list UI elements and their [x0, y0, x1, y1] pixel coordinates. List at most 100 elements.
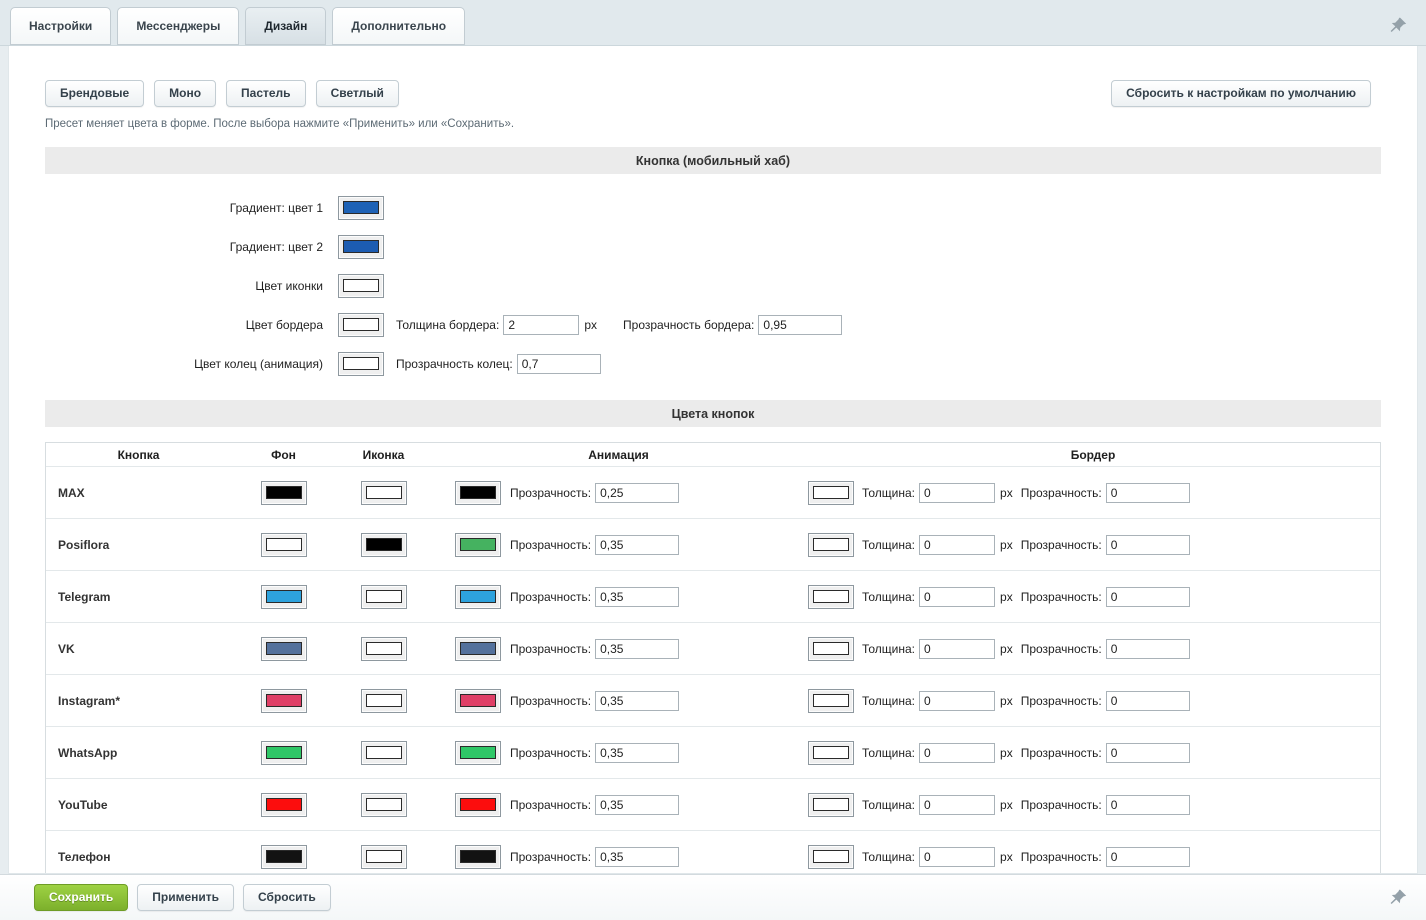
- bg-color-swatch[interactable]: [260, 480, 307, 505]
- tab-design[interactable]: Дизайн: [245, 7, 327, 45]
- icon-color-value: [343, 279, 379, 292]
- animation-opacity-input[interactable]: [595, 794, 680, 815]
- rings-color-swatch[interactable]: [338, 351, 384, 376]
- icon-color-swatch[interactable]: [360, 844, 407, 869]
- opacity-label: Прозрачность:: [1020, 485, 1102, 500]
- gradient2-color-swatch[interactable]: [338, 234, 384, 259]
- tab-settings[interactable]: Настройки: [10, 7, 112, 45]
- border-thickness-input[interactable]: [919, 794, 996, 815]
- preset-mono-button[interactable]: Моно: [154, 80, 217, 107]
- table-header-row: Кнопка Фон Иконка Анимация Бордер: [46, 443, 1380, 466]
- bg-color-swatch[interactable]: [260, 688, 307, 713]
- border-color-swatch[interactable]: [808, 792, 854, 817]
- icon-color-swatch[interactable]: [360, 480, 407, 505]
- bg-color-swatch[interactable]: [260, 636, 307, 661]
- px-label: px: [1000, 589, 1013, 604]
- button-name: VK: [58, 641, 75, 656]
- gradient1-label: Градиент: цвет 1: [229, 200, 323, 215]
- icon-color-swatch[interactable]: [360, 532, 407, 557]
- border-opacity-input[interactable]: [1105, 846, 1190, 867]
- save-button[interactable]: Сохранить: [34, 884, 129, 911]
- preset-pastel-button[interactable]: Пастель: [226, 80, 306, 107]
- table-row-max: MAX Прозрачность: Толщина: px Прозрачнос…: [46, 466, 1380, 518]
- gradient2-color-value: [343, 240, 379, 253]
- pin-icon[interactable]: [1388, 16, 1408, 36]
- border-opacity-input[interactable]: [1105, 690, 1190, 711]
- tab-additional[interactable]: Дополнительно: [332, 7, 466, 45]
- animation-color-swatch[interactable]: [455, 688, 501, 713]
- preset-brand-button[interactable]: Брендовые: [45, 80, 145, 107]
- border-color-swatch[interactable]: [808, 844, 854, 869]
- border-opacity-input[interactable]: [1105, 638, 1190, 659]
- bg-color-value: [265, 694, 302, 707]
- animation-color-swatch[interactable]: [455, 844, 501, 869]
- border-thickness-input[interactable]: [919, 586, 996, 607]
- border-thickness-input[interactable]: [919, 846, 996, 867]
- preset-light-button[interactable]: Светлый: [315, 80, 399, 107]
- animation-color-swatch[interactable]: [455, 532, 501, 557]
- animation-color-swatch[interactable]: [455, 636, 501, 661]
- animation-opacity-input[interactable]: [595, 846, 680, 867]
- thickness-label: Толщина:: [862, 849, 916, 864]
- bg-color-swatch[interactable]: [260, 740, 307, 765]
- reset-to-default-button[interactable]: Сбросить к настройкам по умолчанию: [1111, 80, 1371, 107]
- border-color-swatch[interactable]: [808, 636, 854, 661]
- reset-button[interactable]: Сбросить: [243, 884, 331, 911]
- opacity-label: Прозрачность:: [510, 797, 592, 812]
- border-opacity-input[interactable]: [758, 314, 843, 335]
- border-opacity-input[interactable]: [1105, 586, 1190, 607]
- animation-opacity-input[interactable]: [595, 742, 680, 763]
- icon-color-swatch[interactable]: [338, 273, 384, 298]
- border-thickness-input[interactable]: [919, 742, 996, 763]
- animation-opacity-input[interactable]: [595, 534, 680, 555]
- border-thickness-input[interactable]: [919, 534, 996, 555]
- gradient1-color-swatch[interactable]: [338, 195, 384, 220]
- pin-icon[interactable]: [1388, 888, 1408, 908]
- animation-opacity-input[interactable]: [595, 482, 680, 503]
- animation-color-swatch[interactable]: [455, 584, 501, 609]
- tabs: Настройки Мессенджеры Дизайн Дополнитель…: [10, 7, 466, 45]
- border-thickness-input[interactable]: [919, 482, 996, 503]
- button-name: Instagram*: [58, 693, 121, 708]
- animation-opacity-input[interactable]: [595, 690, 680, 711]
- border-opacity-input[interactable]: [1105, 794, 1190, 815]
- table-row-instagram: Instagram* Прозрачность: Толщина: px Про…: [46, 674, 1380, 726]
- border-color-value: [813, 642, 849, 655]
- icon-color-swatch[interactable]: [360, 792, 407, 817]
- icon-color-value: [365, 798, 402, 811]
- border-color-swatch[interactable]: [338, 312, 384, 337]
- column-header-background: Фон: [271, 447, 296, 462]
- icon-color-swatch[interactable]: [360, 688, 407, 713]
- icon-color-swatch[interactable]: [360, 636, 407, 661]
- bg-color-swatch[interactable]: [260, 792, 307, 817]
- animation-color-swatch[interactable]: [455, 792, 501, 817]
- border-thickness-input[interactable]: [919, 638, 996, 659]
- border-thickness-input[interactable]: [919, 690, 996, 711]
- border-thickness-input[interactable]: [503, 314, 580, 335]
- border-color-swatch[interactable]: [808, 480, 854, 505]
- animation-color-swatch[interactable]: [455, 740, 501, 765]
- animation-opacity-input[interactable]: [595, 638, 680, 659]
- tab-messengers[interactable]: Мессенджеры: [117, 7, 240, 45]
- animation-color-value: [460, 642, 496, 655]
- border-opacity-input[interactable]: [1105, 742, 1190, 763]
- apply-button[interactable]: Применить: [137, 884, 235, 911]
- animation-color-swatch[interactable]: [455, 480, 501, 505]
- icon-color-swatch[interactable]: [360, 740, 407, 765]
- animation-opacity-input[interactable]: [595, 586, 680, 607]
- border-opacity-input[interactable]: [1105, 534, 1190, 555]
- border-color-swatch[interactable]: [808, 740, 854, 765]
- rings-opacity-input[interactable]: [516, 353, 601, 374]
- rings-color-value: [343, 357, 379, 370]
- bg-color-swatch[interactable]: [260, 532, 307, 557]
- border-color-swatch[interactable]: [808, 532, 854, 557]
- border-opacity-input[interactable]: [1105, 482, 1190, 503]
- border-color-swatch[interactable]: [808, 584, 854, 609]
- bg-color-value: [265, 850, 302, 863]
- gradient1-color-value: [343, 201, 379, 214]
- border-color-swatch[interactable]: [808, 688, 854, 713]
- opacity-label: Прозрачность:: [1020, 693, 1102, 708]
- bg-color-swatch[interactable]: [260, 584, 307, 609]
- icon-color-swatch[interactable]: [360, 584, 407, 609]
- bg-color-swatch[interactable]: [260, 844, 307, 869]
